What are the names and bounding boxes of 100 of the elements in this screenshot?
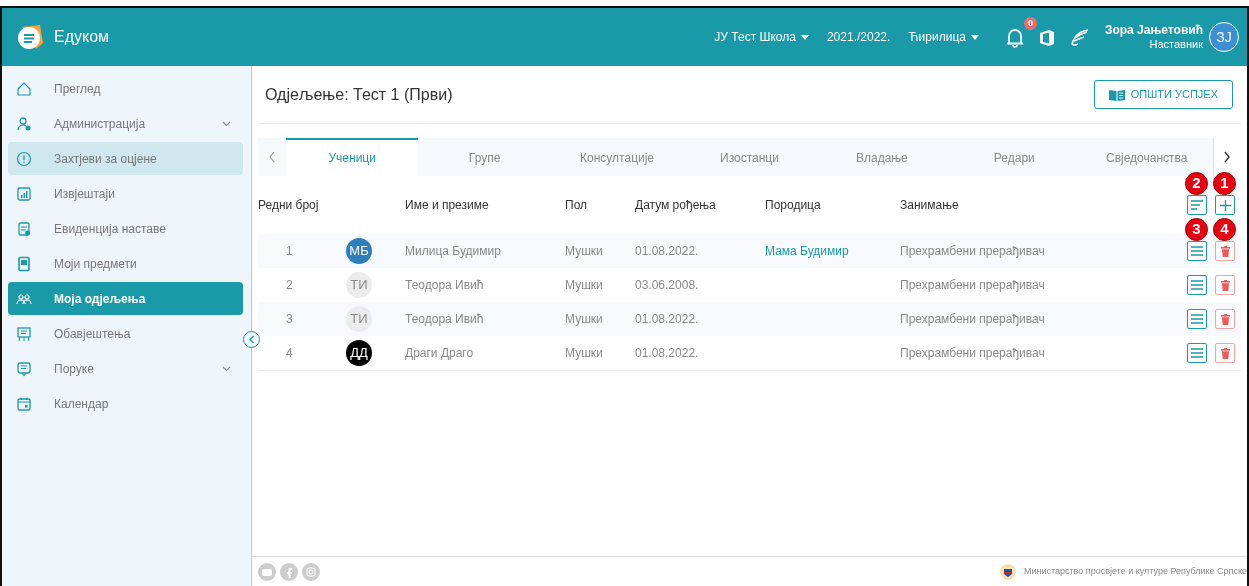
sidebar-item[interactable]: Захтјеви за оцјене	[8, 142, 243, 175]
user-role: Наставник	[1149, 37, 1203, 52]
table-cell-text: 3	[285, 311, 294, 328]
column-header: Редни број	[258, 197, 320, 214]
column-header: Занимање	[900, 197, 960, 214]
script-dropdown[interactable]: Ћирилица	[908, 28, 979, 46]
avatar: ТИ	[346, 272, 372, 298]
list-icon	[1191, 314, 1203, 324]
sort-lines-icon	[1191, 200, 1203, 210]
callout-marker: 2	[1185, 172, 1208, 195]
clipboard-icon	[16, 220, 32, 237]
table-cell-text: 01.08.2022.	[635, 311, 700, 328]
table-cell-text: 01.08.2022.	[635, 345, 700, 362]
details-button[interactable]	[1187, 241, 1207, 261]
tab[interactable]: Владање	[815, 138, 949, 176]
sidebar-item[interactable]: Обавјештења	[8, 317, 243, 350]
ministry-name: Министарство просвјете и културе Републике Српске	[1023, 564, 1247, 578]
table-cell-text: Теодора Ивић	[405, 311, 485, 328]
sidebar-item[interactable]: Извјештаји	[8, 177, 243, 210]
person-icon	[16, 115, 32, 132]
notification-badge: 0	[1023, 17, 1037, 30]
user-avatar[interactable]: ЗЈ	[1209, 22, 1239, 52]
table-cell-text: 1	[285, 243, 294, 260]
list-icon	[1191, 246, 1203, 256]
callout-marker: 4	[1213, 218, 1236, 241]
callout-marker: 3	[1185, 218, 1208, 241]
table-cell-text: Мушки	[565, 345, 604, 362]
table-cell-text: Теодора Ивић	[405, 277, 485, 294]
table-cell-text: 4	[285, 345, 294, 362]
page-title: Одјељење: Тест 1 (Први)	[265, 84, 453, 105]
school-dropdown[interactable]: ЈУ Тест Школа	[714, 28, 809, 46]
column-header: Име и презиме	[405, 197, 490, 214]
trash-icon	[1220, 245, 1230, 257]
chevron-right-icon	[1223, 151, 1232, 163]
chevron-left-icon	[248, 335, 255, 344]
delete-button[interactable]	[1215, 309, 1235, 329]
trash-icon	[1220, 279, 1230, 291]
tab[interactable]: Групе	[418, 138, 551, 176]
overall-success-button[interactable]: ОПШТИ УСПЈЕХ	[1093, 80, 1233, 109]
table-cell-text: Мушки	[565, 277, 604, 294]
table-cell-text: Мушки	[565, 311, 604, 328]
delete-button[interactable]	[1215, 275, 1235, 295]
tab[interactable]: Редари	[948, 138, 1081, 176]
sidebar-item[interactable]: Календар	[8, 387, 243, 420]
table-cell-text: Милица Будимир	[405, 243, 502, 260]
avatar: МБ	[346, 238, 372, 264]
app-name: Едуком	[54, 27, 110, 47]
sidebar-item[interactable]: Преглед	[8, 72, 243, 105]
avatar: ДД	[346, 340, 372, 366]
table-cell-text: Драги Драго	[405, 345, 475, 362]
column-header: Пол	[565, 197, 589, 214]
coat-of-arms-icon	[999, 563, 1016, 580]
table-cell-text: 2	[285, 277, 294, 294]
table-cell-text: Мушки	[565, 243, 604, 260]
sort-button[interactable]	[1187, 195, 1207, 215]
table-cell-text: Прехрамбени прерађивач	[900, 345, 1046, 362]
table-cell-text: Прехрамбени прерађивач	[900, 243, 1046, 260]
avatar: ТИ	[346, 306, 372, 332]
trash-icon	[1220, 347, 1230, 359]
logo-icon	[16, 23, 44, 51]
sidebar-item[interactable]: Моји предмети	[8, 247, 243, 280]
sidebar-item[interactable]: Евиденција наставе	[8, 212, 243, 245]
plus-icon	[1219, 199, 1231, 211]
open-book-icon	[1108, 88, 1125, 101]
house-icon	[16, 80, 32, 97]
list-icon	[1191, 280, 1203, 290]
user-name: Зора Јањетовић	[1104, 22, 1203, 38]
calendar-icon	[16, 395, 32, 412]
add-button[interactable]	[1215, 195, 1235, 215]
table-cell-text: Прехрамбени прерађивач	[900, 277, 1046, 294]
family-link[interactable]: Мама Будимир	[765, 244, 849, 258]
table-cell-text: 03.06.2008.	[635, 277, 700, 294]
column-header: Породица	[765, 197, 822, 214]
sidebar-item[interactable]: Моја одјељења	[8, 282, 243, 315]
sidebar-item[interactable]: Поруке	[8, 352, 243, 385]
column-header: Датум рођења	[635, 197, 717, 214]
tab[interactable]: Консултације	[550, 138, 684, 176]
chevron-down-icon	[222, 120, 231, 127]
details-button[interactable]	[1187, 275, 1207, 295]
tab[interactable]: Изостанци	[683, 138, 816, 176]
book-icon	[16, 255, 32, 272]
collapse-sidebar-button[interactable]	[243, 331, 260, 348]
callout-marker: 1	[1213, 172, 1236, 195]
delete-button[interactable]	[1215, 241, 1235, 261]
exclamation-circle-icon	[16, 150, 32, 167]
table-cell-text: Прехрамбени прерађивач	[900, 311, 1046, 328]
trash-icon	[1220, 313, 1230, 325]
details-button[interactable]	[1187, 343, 1207, 363]
notification-bell-icon[interactable]	[1004, 26, 1025, 48]
message-icon	[16, 360, 32, 377]
list-icon	[1191, 348, 1203, 358]
delete-button[interactable]	[1215, 343, 1235, 363]
details-button[interactable]	[1187, 309, 1207, 329]
chevron-down-icon	[222, 365, 231, 372]
chevron-left-icon	[268, 151, 276, 163]
presentation-board-icon	[16, 325, 32, 342]
tab[interactable]: Ученици	[286, 138, 419, 176]
year-selector[interactable]: 2021./2022.	[826, 28, 891, 46]
bar-chart-icon	[16, 185, 32, 202]
sidebar-item[interactable]: Администрација	[8, 107, 243, 140]
